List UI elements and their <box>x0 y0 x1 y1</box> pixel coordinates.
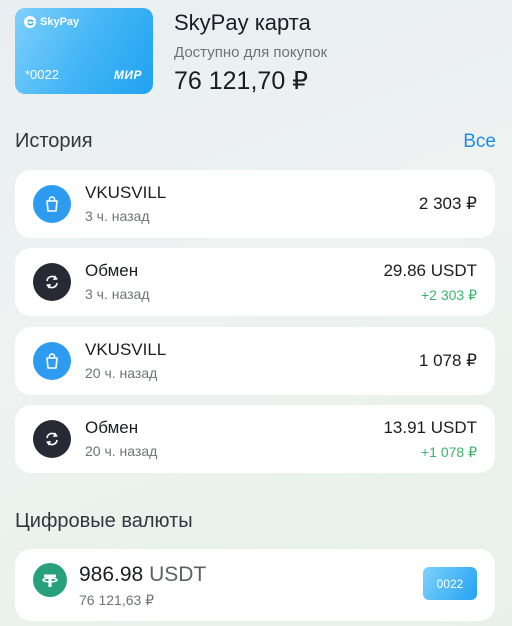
card-thumbnail[interactable]: SkyPay *0022 МИР <box>15 8 153 94</box>
shopping-bag-icon <box>33 342 71 380</box>
exchange-icon <box>33 420 71 458</box>
crypto-amount: 986.98 USDT <box>79 563 206 587</box>
crypto-currency: USDT <box>149 563 207 586</box>
history-row[interactable]: VKUSVILL 3 ч. назад 2 303 ₽ <box>15 170 495 238</box>
account-balance: 76 121,70 ₽ <box>174 67 309 95</box>
transaction-name: VKUSVILL <box>85 183 167 202</box>
transaction-amount: 2 303 ₽ <box>418 194 477 213</box>
history-all-link[interactable]: Все <box>463 131 496 153</box>
transaction-amount: 13.91 USDT <box>383 418 477 437</box>
card-brand-label: SkyPay <box>40 16 80 28</box>
tether-icon <box>33 563 67 597</box>
transaction-name: Обмен <box>85 418 139 437</box>
transaction-time: 20 ч. назад <box>85 443 158 459</box>
card-brand: SkyPay <box>24 16 79 28</box>
transaction-amount: 29.86 USDT <box>383 261 477 280</box>
crypto-row-usdt[interactable]: 986.98 USDT 76 121,63 ₽ 0022 <box>15 549 495 621</box>
card-number: *0022 <box>25 67 59 82</box>
transaction-sub-amount: +1 078 ₽ <box>420 444 477 460</box>
exchange-icon <box>33 263 71 301</box>
transaction-time: 3 ч. назад <box>85 286 150 302</box>
account-title: SkyPay карта <box>174 10 311 35</box>
transaction-name: VKUSVILL <box>85 340 167 359</box>
history-title: История <box>15 130 93 152</box>
transaction-sub-amount: +2 303 ₽ <box>420 287 477 303</box>
crypto-title: Цифровые валюты <box>15 510 193 532</box>
shopping-bag-icon <box>33 185 71 223</box>
crypto-amount-value: 986.98 <box>79 563 144 586</box>
history-row[interactable]: Обмен 3 ч. назад 29.86 USDT +2 303 ₽ <box>15 248 495 316</box>
transaction-time: 20 ч. назад <box>85 365 158 381</box>
history-row[interactable]: Обмен 20 ч. назад 13.91 USDT +1 078 ₽ <box>15 405 495 473</box>
skypay-logo-icon <box>24 16 36 28</box>
available-label: Доступно для покупок <box>174 44 328 61</box>
linked-card-chip[interactable]: 0022 <box>423 567 477 600</box>
crypto-fiat-value: 76 121,63 ₽ <box>79 592 155 608</box>
transaction-name: Обмен <box>85 261 139 280</box>
history-row[interactable]: VKUSVILL 20 ч. назад 1 078 ₽ <box>15 327 495 395</box>
card-network-logo: МИР <box>113 68 142 82</box>
transaction-time: 3 ч. назад <box>85 208 150 224</box>
transaction-amount: 1 078 ₽ <box>418 351 477 370</box>
